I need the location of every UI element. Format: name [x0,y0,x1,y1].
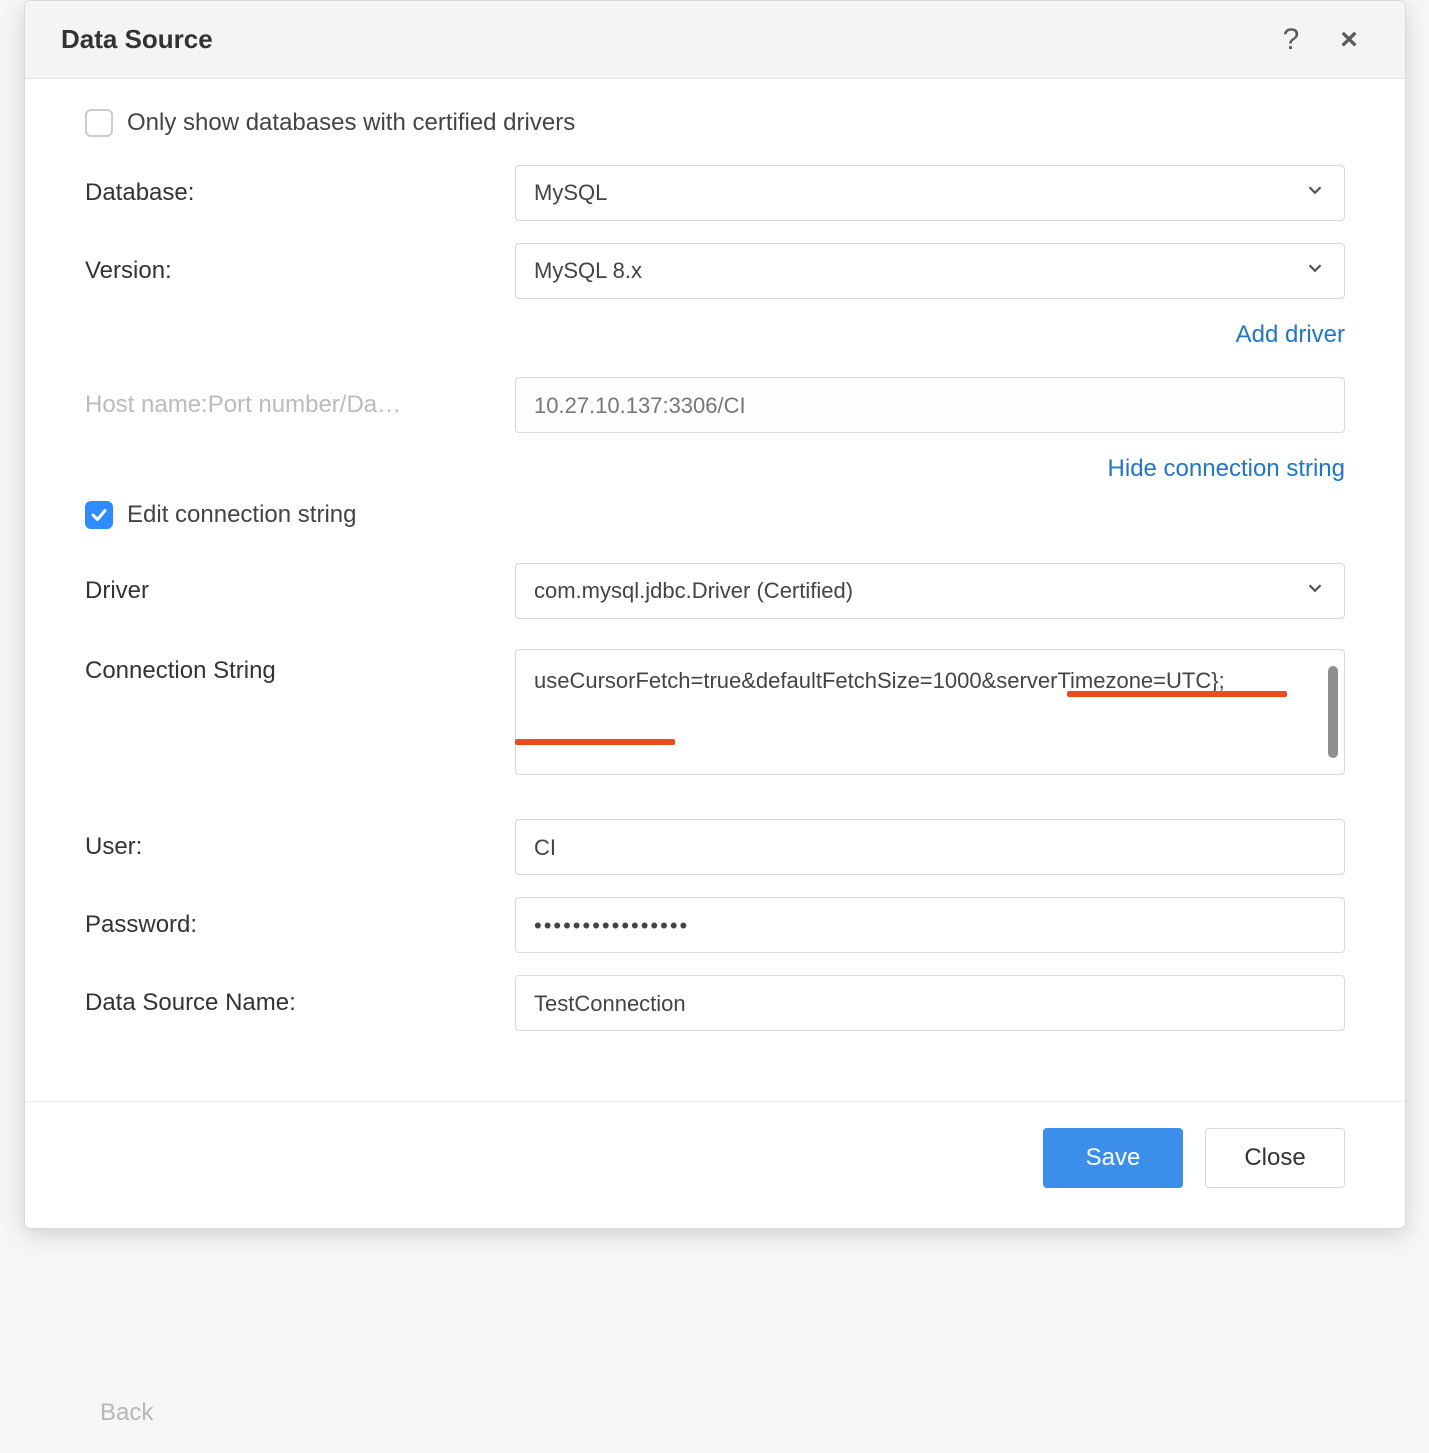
driver-select[interactable]: com.mysql.jdbc.Driver (Certified) [515,563,1345,619]
driver-value: com.mysql.jdbc.Driver (Certified) [534,578,1296,604]
version-select[interactable]: MySQL 8.x [515,243,1345,299]
add-driver-row: Add driver [85,321,1345,349]
close-icon[interactable]: × [1329,20,1369,60]
chevron-down-icon [1304,257,1326,285]
help-icon[interactable]: ? [1271,20,1311,60]
question-mark-icon: ? [1283,23,1300,57]
annotation-underline-1 [1067,691,1287,697]
version-value: MySQL 8.x [534,258,1296,284]
certified-only-row: Only show databases with certified drive… [85,109,1345,137]
chevron-down-icon [1304,179,1326,207]
database-value: MySQL [534,180,1296,206]
edit-connection-string-checkbox[interactable] [85,501,113,529]
certified-only-label: Only show databases with certified drive… [127,109,575,137]
hide-connection-string-link[interactable]: Hide connection string [1108,455,1345,483]
password-input[interactable]: •••••••••••••••• [515,897,1345,953]
database-select[interactable]: MySQL [515,165,1345,221]
dialog-title: Data Source [61,24,1253,55]
dialog-body: Only show databases with certified drive… [25,79,1405,1101]
dsn-row: Data Source Name: TestConnection [85,975,1345,1031]
annotation-underline-2 [515,739,675,745]
dsn-label: Data Source Name: [85,989,515,1017]
driver-label: Driver [85,577,515,605]
connection-string-value: useCursorFetch=true&defaultFetchSize=100… [534,668,1225,693]
dsn-input[interactable]: TestConnection [515,975,1345,1031]
connection-string-row: Connection String useCursorFetch=true&de… [85,649,1345,775]
password-row: Password: •••••••••••••••• [85,897,1345,953]
close-button[interactable]: Close [1205,1128,1345,1188]
x-icon: × [1340,23,1358,57]
user-input[interactable]: CI [515,819,1345,875]
user-row: User: CI [85,819,1345,875]
user-label: User: [85,833,515,861]
dialog-header: Data Source ? × [25,1,1405,79]
textarea-scrollbar[interactable] [1328,666,1338,758]
hide-conn-row: Hide connection string [85,455,1345,483]
connection-string-label: Connection String [85,649,515,685]
database-label: Database: [85,179,515,207]
database-row: Database: MySQL [85,165,1345,221]
certified-only-checkbox[interactable] [85,109,113,137]
version-row: Version: MySQL 8.x [85,243,1345,299]
host-row: Host name:Port number/Da… 10.27.10.137:3… [85,377,1345,433]
driver-row: Driver com.mysql.jdbc.Driver (Certified) [85,563,1345,619]
connection-string-textarea[interactable]: useCursorFetch=true&defaultFetchSize=100… [515,649,1345,775]
edit-connection-string-label: Edit connection string [127,501,356,529]
host-label: Host name:Port number/Da… [85,391,515,419]
back-link[interactable]: Back [100,1399,153,1427]
password-label: Password: [85,911,515,939]
host-input[interactable]: 10.27.10.137:3306/CI [515,377,1345,433]
dialog-footer: Save Close [25,1101,1405,1228]
add-driver-link[interactable]: Add driver [1236,321,1345,349]
version-label: Version: [85,257,515,285]
data-source-dialog: Data Source ? × Only show databases with… [24,0,1406,1229]
save-button[interactable]: Save [1043,1128,1183,1188]
edit-conn-row: Edit connection string [85,501,1345,529]
chevron-down-icon [1304,577,1326,605]
